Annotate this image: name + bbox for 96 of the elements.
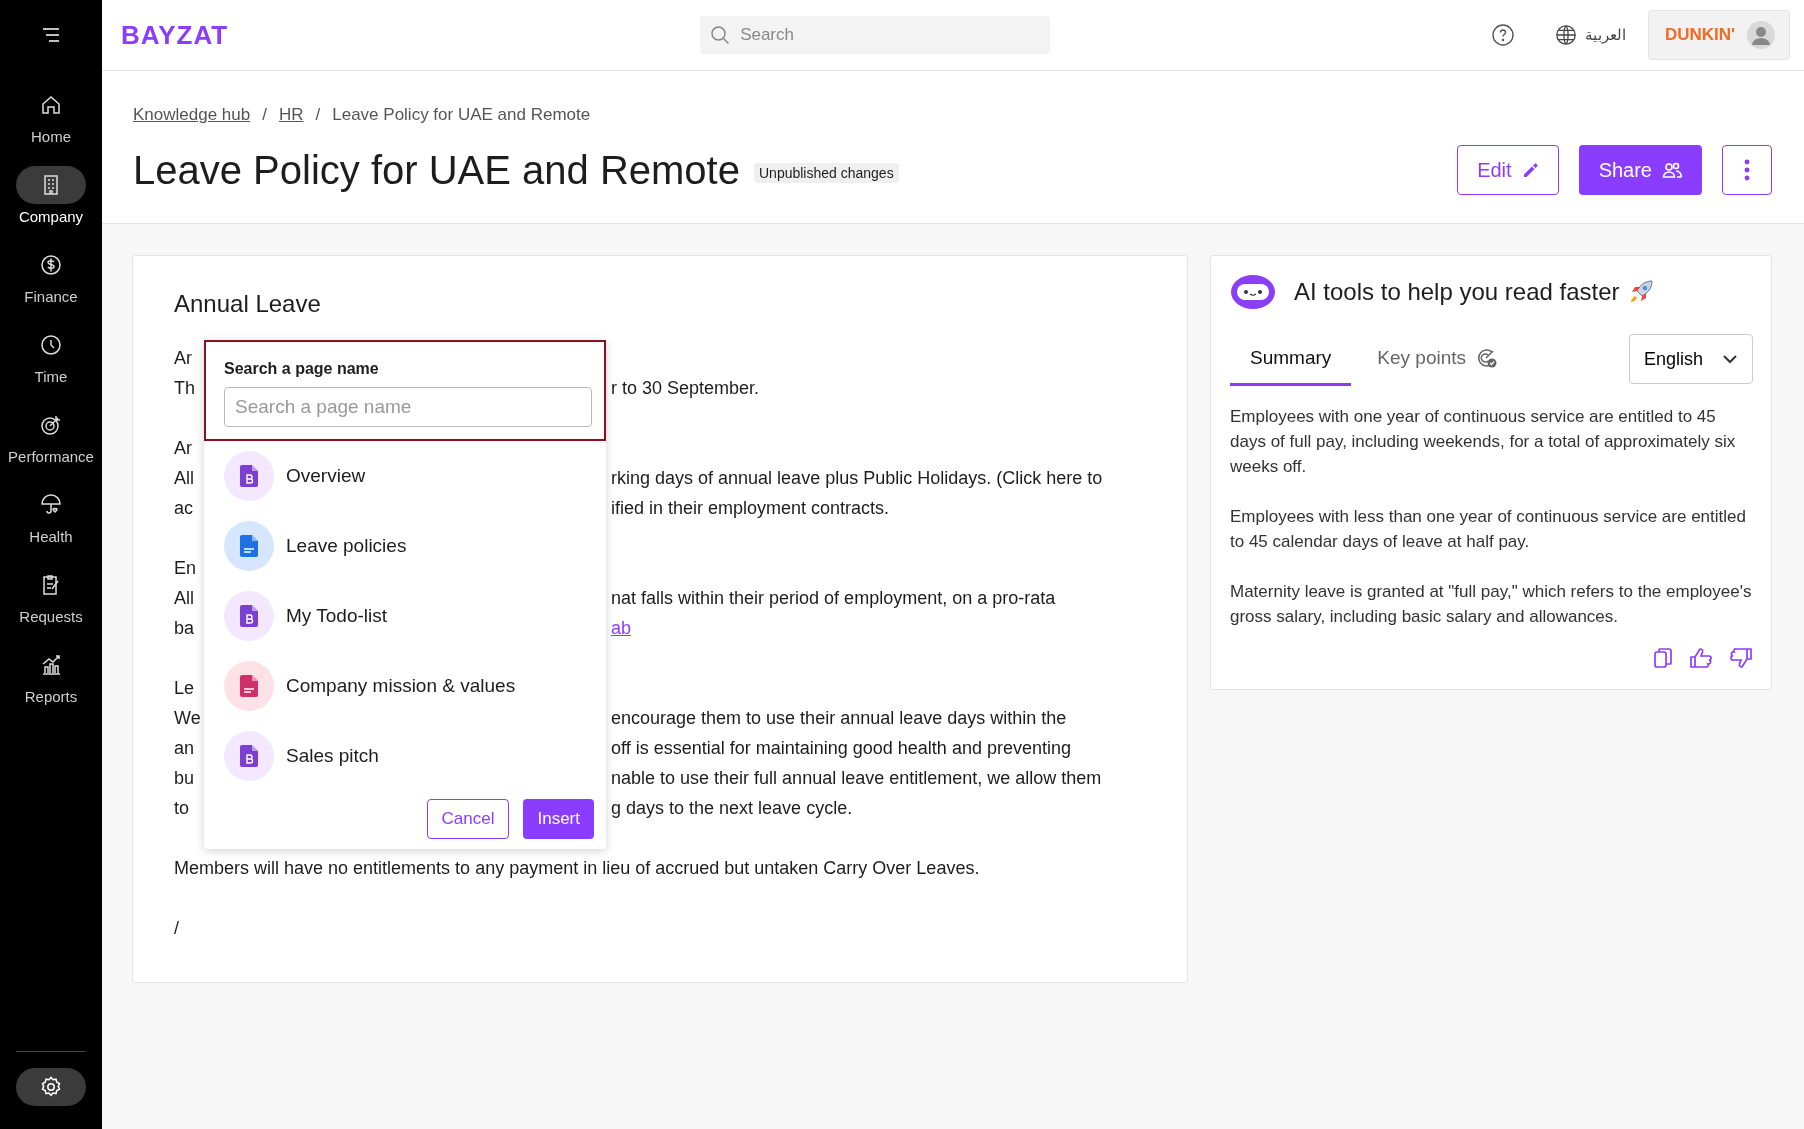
document-text: ified in their employment contracts. [611,497,890,520]
summary-text: Employees with less than one year of continuous service are entitled to 45 calendar days of leave at half pay. [1230,506,1747,553]
dollar-icon [39,253,63,277]
edit-button[interactable]: Edit [1457,145,1559,195]
document-text: an [174,737,195,760]
document-text: rking days of annual leave plus Public Holidays. (Click here to [611,467,1103,490]
panel-title: AI tools to help you read faster [1294,278,1620,306]
breadcrumb-separator: / [262,105,267,125]
language-link[interactable]: العربية [1555,24,1626,46]
home-icon [39,93,63,117]
nav-label: Reports [24,688,78,705]
language-dropdown[interactable]: English [1629,334,1753,384]
document-text: We [174,707,201,730]
nav-item[interactable]: Company [8,166,94,230]
tab[interactable]: Summary [1230,332,1352,386]
nav-item[interactable]: Time [8,326,94,390]
thumbs-down-icon[interactable] [1729,647,1753,669]
insert-button[interactable]: Insert [523,799,594,839]
nav-label: Requests [19,608,83,625]
document-text: nable to use their full annual leave entitlement, we allow them [611,767,1102,790]
document-text: encourage them to use their annual leave days within the [611,707,1067,730]
avatar-icon [1747,21,1775,49]
page-option[interactable]: Company mission & values [204,651,606,721]
nav-label: Finance [24,288,78,305]
document-text: r to 30 September. [611,377,760,400]
tab[interactable]: Key points [1357,332,1519,386]
document-text: bu [174,767,195,790]
field-label: Search a page name [224,360,380,378]
robot-icon [1230,274,1276,310]
document-text: Ar [174,348,192,368]
nav-item[interactable]: Finance [8,246,94,310]
breadcrumb-separator: / [315,105,321,125]
document-text: Ar [174,438,192,458]
document-icon [224,731,274,781]
document-icon [224,451,274,501]
document-text: to [174,797,189,820]
document-text: g days to the next leave cycle. [611,797,853,820]
nav-item[interactable]: Requests [8,566,94,630]
nav-item[interactable]: Home [8,86,94,150]
page-option[interactable]: Leave policies [204,511,606,581]
nav-label: Health [29,528,73,545]
people-icon [1662,161,1682,179]
cancel-button[interactable]: Cancel [426,799,510,839]
target-check-icon [1476,346,1499,369]
breadcrumb-link[interactable]: HR [278,105,304,125]
pencil-icon [1521,161,1540,179]
document-icon [224,591,274,641]
summary-text: Employees with one year of continuous service are entitled to 45 days of full pay, including weekends, for a total of approximately six weeks off. [1230,406,1737,478]
nav-label: Home [31,128,71,145]
umbrella-icon [39,493,63,517]
page-option[interactable]: My Todo-list [204,581,606,651]
document-text: off is essential for maintaining good health and preventing [611,737,1071,760]
kebab-menu-icon [1744,159,1750,181]
settings-button[interactable] [16,1068,86,1106]
menu-icon[interactable] [41,28,61,42]
nav-label: Time [34,368,68,385]
page-option[interactable]: Sales pitch [204,721,606,791]
document-text: All [174,587,194,610]
breadcrumb-link[interactable]: Knowledge hub [133,105,251,125]
share-button[interactable]: Share [1578,145,1702,195]
nav-label: Performance [8,448,94,465]
document-text: ba [174,617,195,640]
document-icon [224,661,274,711]
document-text: All [174,467,194,490]
chevron-down-icon [1722,354,1738,364]
clock-icon [39,333,63,357]
page-title: Leave Policy for UAE and Remote [133,147,740,193]
document-text: ac [174,497,193,520]
logo[interactable]: BAYZAT [121,19,229,51]
document-link[interactable]: ab [611,613,632,643]
document-text: nat falls within their period of employment, on a pro-rata [611,587,1056,610]
summary-text: Maternity leave is granted at "full pay," which refers to the employee's gross salary, including basic salary and allowances. [1230,581,1753,628]
document-text: En [174,558,197,578]
nav-item[interactable]: Health [8,486,94,550]
help-icon[interactable] [1491,23,1515,47]
status-badge: Unpublished changes [754,163,899,183]
search-field[interactable]: Search [700,16,1051,54]
document-text: Le [174,678,195,698]
thumbs-up-icon[interactable] [1689,647,1713,669]
globe-icon [1555,24,1577,46]
nav-item[interactable]: Performance [8,406,94,470]
document-heading: Annual Leave [174,290,322,318]
nav-item[interactable]: Reports [8,646,94,710]
copy-icon[interactable] [1653,647,1673,669]
document-text: / [174,918,179,938]
document-text: Members will have no entitlements to any payment in lieu of accrued but untaken Carry Over Leaves. [174,858,980,878]
document-text: Th [174,377,195,400]
breadcrumb-current: Leave Policy for UAE and Remote [332,105,591,125]
nav-label: Company [18,208,84,225]
search-icon [710,25,731,45]
page-option[interactable]: Overview [204,441,606,511]
page-search-field[interactable]: Search a page name [224,387,592,427]
more-options-button[interactable] [1722,145,1772,195]
document-icon [224,521,274,571]
settings-icon [39,1075,63,1099]
target-icon [39,413,63,437]
